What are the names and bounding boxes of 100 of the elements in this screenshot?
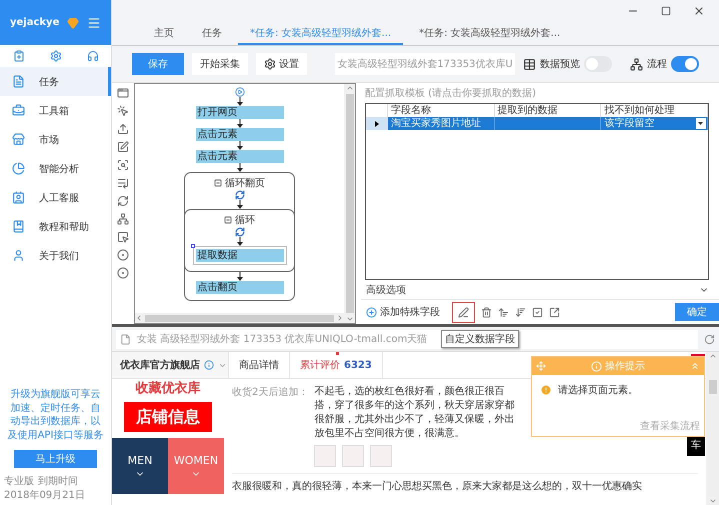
scroll-right-icon[interactable] [336,314,344,322]
pie-chart-icon [12,162,25,175]
user-icon [12,249,25,262]
book-icon [12,220,25,233]
table-cell[interactable]: 该字段留空 [601,117,708,130]
scroll-thumb[interactable] [708,380,716,394]
pen-icon [458,306,469,318]
maximize-icon[interactable] [661,6,671,16]
warning-icon [540,384,552,396]
scan-icon[interactable] [117,159,129,171]
dropdown-button[interactable] [696,118,706,129]
row-header[interactable] [366,117,388,130]
external-icon[interactable] [549,306,560,318]
tab[interactable]: 任务 [190,22,234,45]
selected-step-frame[interactable]: 提取数据 [192,246,286,265]
category-tile[interactable]: MEN [112,438,168,494]
horizontal-scrollbar[interactable] [135,313,344,323]
custom-field-button[interactable] [452,302,475,322]
loop-icon[interactable] [117,195,129,207]
table-cell[interactable]: 淘宝买家秀图片地址 [388,117,495,130]
clipboard-icon[interactable] [12,50,24,62]
table-cell[interactable] [494,117,602,130]
resize-handle[interactable] [190,244,194,248]
collapse-icon[interactable] [214,179,222,187]
shop-info-banner[interactable]: 店铺信息 [124,402,212,432]
settings-icon [264,58,276,70]
branch-icon[interactable] [117,213,129,225]
stop-icon[interactable] [117,267,129,279]
checkbox-icon[interactable] [532,306,543,318]
expiry-date: 2018年09月21日 [4,489,85,502]
loop-block[interactable]: 循环翻页 循环 提取数据 点击翻页 [184,172,295,301]
info-icon [591,360,602,372]
flow-arrow [236,119,244,128]
add-field-button[interactable]: 添加特殊字段 [366,305,440,319]
upload-icon[interactable] [117,123,129,135]
window-icon[interactable] [117,87,129,99]
nav-item[interactable]: 人工客服 [0,183,111,212]
move-up-icon[interactable] [498,306,509,318]
edit-icon[interactable] [117,141,129,153]
scroll-down-icon[interactable] [708,497,716,505]
settings-button[interactable]: 设置 [256,53,307,75]
nav-item[interactable]: 市场 [0,125,111,154]
scroll-left-icon[interactable] [135,314,143,322]
page-tab[interactable]: 商品详情 [229,352,290,378]
loop-block[interactable]: 循环 提取数据 [184,209,295,272]
tooltip: 自定义数据字段 [441,330,519,348]
loop-title: 循环 [235,214,255,227]
review-tag: 收货2天后追加： [232,385,308,467]
tab[interactable]: 主页 [142,22,186,45]
delete-icon[interactable] [481,306,492,318]
nav-item[interactable]: 任务 [0,67,111,96]
target-icon[interactable] [117,249,129,261]
click-icon[interactable] [117,105,129,117]
popup-title: 操作提示 [605,360,645,373]
nav-item[interactable]: 教程和帮助 [0,212,111,241]
settings-icon[interactable] [50,50,62,62]
diamond-icon [67,16,80,28]
scroll-down-icon[interactable] [346,315,354,323]
advanced-options[interactable]: 高级选项 [361,280,719,300]
tab[interactable]: *任务: 女装高级轻型羽绒外套... [407,22,572,45]
flow-step[interactable]: 点击元素 [196,128,284,141]
user-name: yejackye [10,17,60,28]
flow-icon [630,58,643,70]
start-button[interactable]: 开始采集 [192,53,248,75]
menu-icon[interactable] [86,16,101,30]
move-down-icon[interactable] [515,306,526,318]
popup-message: 请选择页面元素。 [558,384,638,397]
refresh-icon[interactable] [704,334,715,344]
nav-item[interactable]: 智能分析 [0,154,111,183]
preview-toggle[interactable] [584,56,612,72]
flow-step[interactable]: 点击元素 [196,150,284,163]
headset-icon[interactable] [86,50,98,62]
start-icon [234,87,244,97]
close-icon[interactable] [693,5,705,17]
row-pointer-icon [375,120,379,126]
page-scrollbar[interactable] [706,352,719,505]
nav-item[interactable]: 工具箱 [0,96,111,125]
flow-arrow [236,97,244,106]
nav-item[interactable]: 关于我们 [0,241,111,270]
page-icon [120,334,131,344]
flow-step[interactable]: 提取数据 [196,249,284,262]
preview-label: 数据预览 [540,58,580,71]
loop-icon [234,190,244,200]
table-icon [523,58,536,70]
info-icon [204,360,214,370]
store-name[interactable]: 优衣库官方旗舰店 [112,352,229,378]
scroll-up-icon[interactable] [708,352,716,360]
select-icon[interactable] [117,231,129,243]
flow-step[interactable]: 点击翻页 [196,281,284,294]
scroll-up-icon[interactable] [346,84,354,92]
collapse-icon[interactable] [224,216,232,224]
flow-step[interactable]: 打开网页 [196,106,284,119]
loop-title: 循环翻页 [225,176,265,190]
flow-toggle[interactable] [671,56,699,72]
page-tab[interactable]: 累计评价 6323 [290,352,383,378]
list-icon[interactable] [117,177,129,189]
flow-arrow [236,237,244,246]
favorite-store-text[interactable]: 收藏优衣库 [136,379,200,397]
vertical-scrollbar[interactable] [344,84,355,323]
expiry-label: 到期时间 [38,474,78,488]
